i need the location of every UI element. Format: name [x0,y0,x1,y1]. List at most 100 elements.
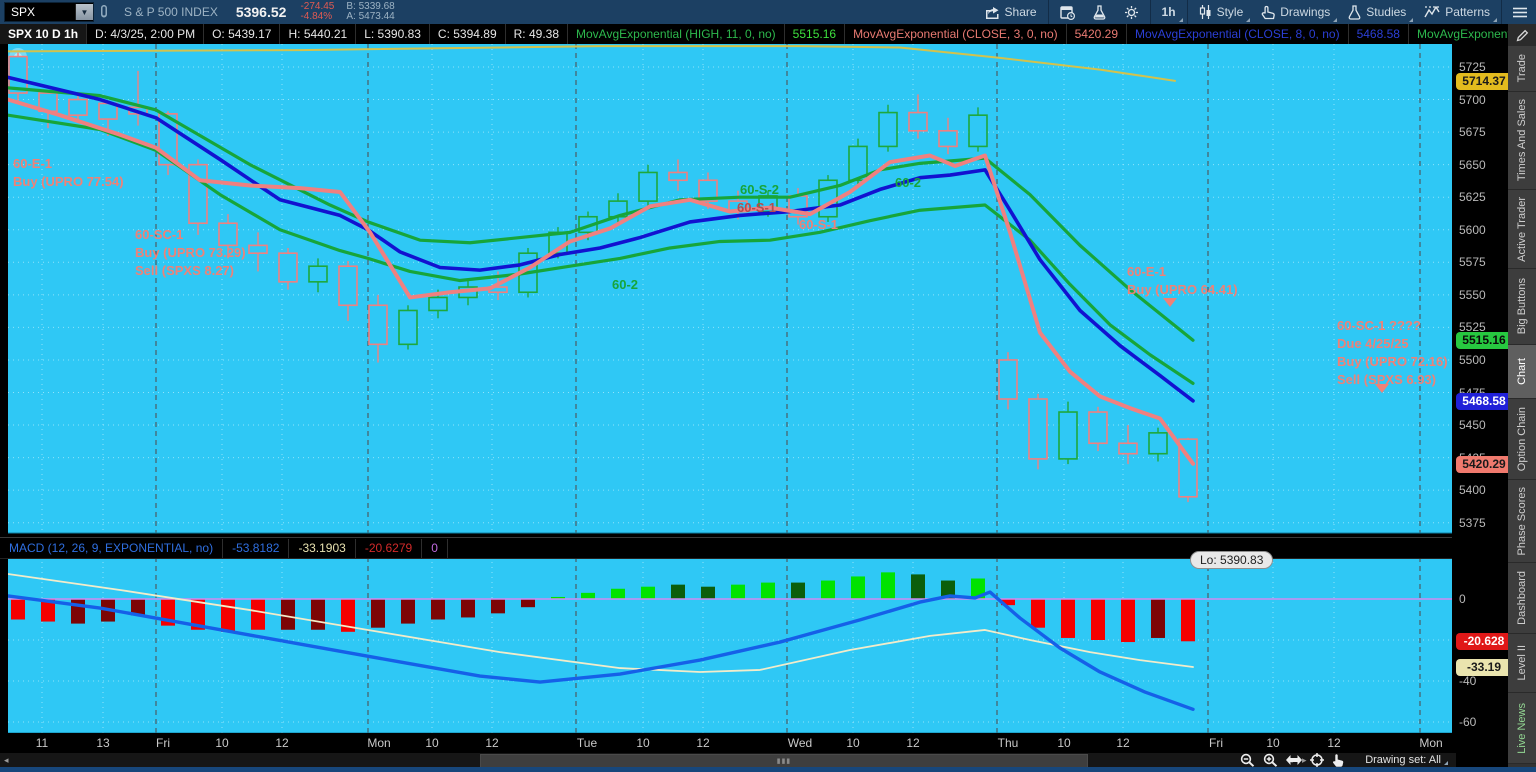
time-label-13: 13 [96,736,110,750]
toolbar-separator [1501,0,1502,24]
chart-header-segment-6: R: 49.38 [506,24,569,44]
time-label-Fri: Fri [156,736,170,750]
sidebar-tab-label: Phase Scores [1516,486,1528,556]
time-label-12: 12 [485,736,499,750]
scroll-left-arrow-icon[interactable]: ◂ [4,755,9,766]
drawings-button[interactable]: Drawings [1252,0,1339,24]
time-label-10: 10 [636,736,650,750]
style-button[interactable]: Style [1190,0,1253,24]
time-label-Thu: Thu [997,736,1019,750]
sidebar-tab-big-buttons[interactable]: Big Buttons [1508,269,1536,345]
price-bubble-5515.16: 5515.16 [1456,332,1512,350]
dropdown-corner [1333,18,1338,22]
annotation-60-sc-1[interactable]: 60-SC-1 Buy (UPRO 73.29) Sell (SPXS 8.27… [135,226,246,280]
scrollbar-thumb[interactable]: ▮▮▮ [480,754,1088,768]
dropdown-corner [1178,18,1183,22]
zoom-out-icon[interactable] [1240,753,1255,767]
timeframe-button[interactable]: 1h [1153,0,1185,24]
macd-bubble--33.19: -33.19 [1456,659,1512,677]
time-label-10: 10 [215,736,229,750]
toolbar-right-group: Share 1h Style Drawings Studies Patterns [976,0,1536,24]
sidebar-tab-trade[interactable]: Trade [1508,46,1536,92]
sidebar-tab-active-trader[interactable]: Active Trader [1508,190,1536,269]
low-price-tooltip: Lo: 5390.83 [1190,551,1274,569]
change-percent: -4.84% [300,11,333,22]
hand-cursor-icon[interactable] [1332,753,1344,767]
symbol-dropdown-button[interactable]: ▼ [75,4,93,20]
price-tick-5550: 5550 [1459,287,1486,302]
annotation-60-sc-1-[interactable]: 60-SC-1 ???? Due 4/25/25 Buy (UPRO 72.16… [1337,317,1448,389]
time-label-12: 12 [1327,736,1341,750]
annotation-60-2[interactable]: 60-2 [895,174,921,192]
dropdown-corner [1493,18,1497,22]
style-label: Style [1216,5,1244,19]
time-label-Tue: Tue [576,736,598,750]
annotation-60-2[interactable]: 60-2 [612,276,638,294]
share-label: Share [1004,5,1037,19]
company-name: S & P 500 INDEX [124,5,218,19]
time-label-12: 12 [275,736,289,750]
price-tick-5400: 5400 [1459,483,1486,498]
calendar-events-button[interactable] [1051,0,1084,24]
sidebar-tab-label: Dashboard [1516,571,1528,625]
timeframe-label: 1h [1161,5,1176,19]
pan-horizontal-icon[interactable] [1286,755,1302,765]
analyze-flask-button[interactable] [1084,0,1115,24]
price-change: -274.45 -4.84% [294,2,340,22]
drawing-set-selector[interactable]: Drawing set: All [1365,753,1448,767]
horizontal-scrollbar[interactable]: ◂ ▮▮▮ ◂ ▸ Drawing set: All [0,753,1456,768]
sidebar-tab-dashboard[interactable]: Dashboard [1508,563,1536,634]
price-tick-5500: 5500 [1459,352,1486,367]
sidebar-pen-icon[interactable] [1508,24,1536,46]
chart-header-segment-7[interactable]: MovAvgExponential (HIGH, 11, 0, no) [568,24,785,44]
patterns-button[interactable]: Patterns [1415,0,1499,24]
macd-header-segment-0[interactable]: MACD (12, 26, 9, EXPONENTIAL, no) [0,538,224,558]
time-axis[interactable]: 11 13 Fri 10 12 Mon 10 12 Tue 10 12 Wed 10 12 Thu 10 12 F… [0,733,1456,753]
chart-header-segment-3: H: 5440.21 [280,24,357,44]
menu-button[interactable] [1504,0,1536,24]
time-label-11: 11 [35,736,49,750]
chart-header-segment-11[interactable]: MovAvgExponential (CLOSE, 8, 0, no) [1127,24,1349,44]
sidebar-tab-phase-scores[interactable]: Phase Scores [1508,480,1536,563]
settings-gear-button[interactable] [1115,0,1148,24]
sidebar-tab-label: Option Chain [1516,406,1528,472]
sidebar-tab-chart[interactable]: Chart [1508,345,1536,399]
studies-button[interactable]: Studies [1339,0,1415,24]
chart-header-segment-13[interactable]: MovAvgExponential (LOW, 11, 0, no) [1409,24,1508,44]
sidebar-tab-level-ii[interactable]: Level II [1508,634,1536,693]
annotation-60-s-1[interactable]: 60-S-1 [799,216,838,234]
sidebar-tab-label: Times And Sales [1516,99,1528,182]
toolbar-separator [1186,0,1188,24]
chart-header-segment-9[interactable]: MovAvgExponential (CLOSE, 3, 0, no) [845,24,1067,44]
annotation-60-s-2[interactable]: 60-S-2 [740,181,779,199]
toolbar-separator [1149,0,1151,24]
annotation-60-e-1[interactable]: 60-E-1 Buy (UPRO 64.41) [1127,263,1238,299]
time-label-12: 12 [1116,736,1130,750]
macd-bubble--20.628: -20.628 [1456,633,1512,651]
chart-nav-icons [1240,753,1344,767]
sidebar-tab-label: Trade [1516,54,1528,83]
price-macd-chart-canvas[interactable] [0,44,1508,767]
time-label-Mon: Mon [367,736,391,750]
share-button[interactable]: Share [976,0,1046,24]
zoom-in-icon[interactable] [1263,753,1278,767]
macd-header-segment-4: 0 [422,538,448,558]
time-label-10: 10 [425,736,439,750]
sidebar-tab-option-chain[interactable]: Option Chain [1508,399,1536,480]
chart-status-row: SPX 10 D 1h D: 4/3/25, 2:00 PM O: 5439.17 H… [0,24,1508,44]
sidebar-tab-live-news[interactable]: Live News [1508,693,1536,764]
price-tick-5675: 5675 [1459,125,1486,140]
studies-label: Studies [1366,5,1407,19]
symbol-value[interactable]: SPX [5,5,75,19]
annotation-60-e-1[interactable]: 60-E-1 Buy (UPRO 77.54) [13,155,124,191]
link-icon[interactable] [94,4,114,20]
sidebar-tab-times-and-sales[interactable]: Times And Sales [1508,92,1536,190]
crosshair-icon[interactable] [1310,753,1324,767]
patterns-label: Patterns [1445,5,1490,19]
chart-area[interactable]: MACD (12, 26, 9, EXPONENTIAL, no) -53.818… [0,44,1512,768]
annotation-60-s-1[interactable]: 60-S-1 [737,199,776,217]
time-label-10: 10 [1266,736,1280,750]
annotation-arrow-icon [1163,298,1177,307]
thinkorswim-window: SPX ▼ S & P 500 INDEX 5396.52 -274.45 -4… [0,0,1536,772]
symbol-input[interactable]: SPX ▼ [4,2,94,22]
